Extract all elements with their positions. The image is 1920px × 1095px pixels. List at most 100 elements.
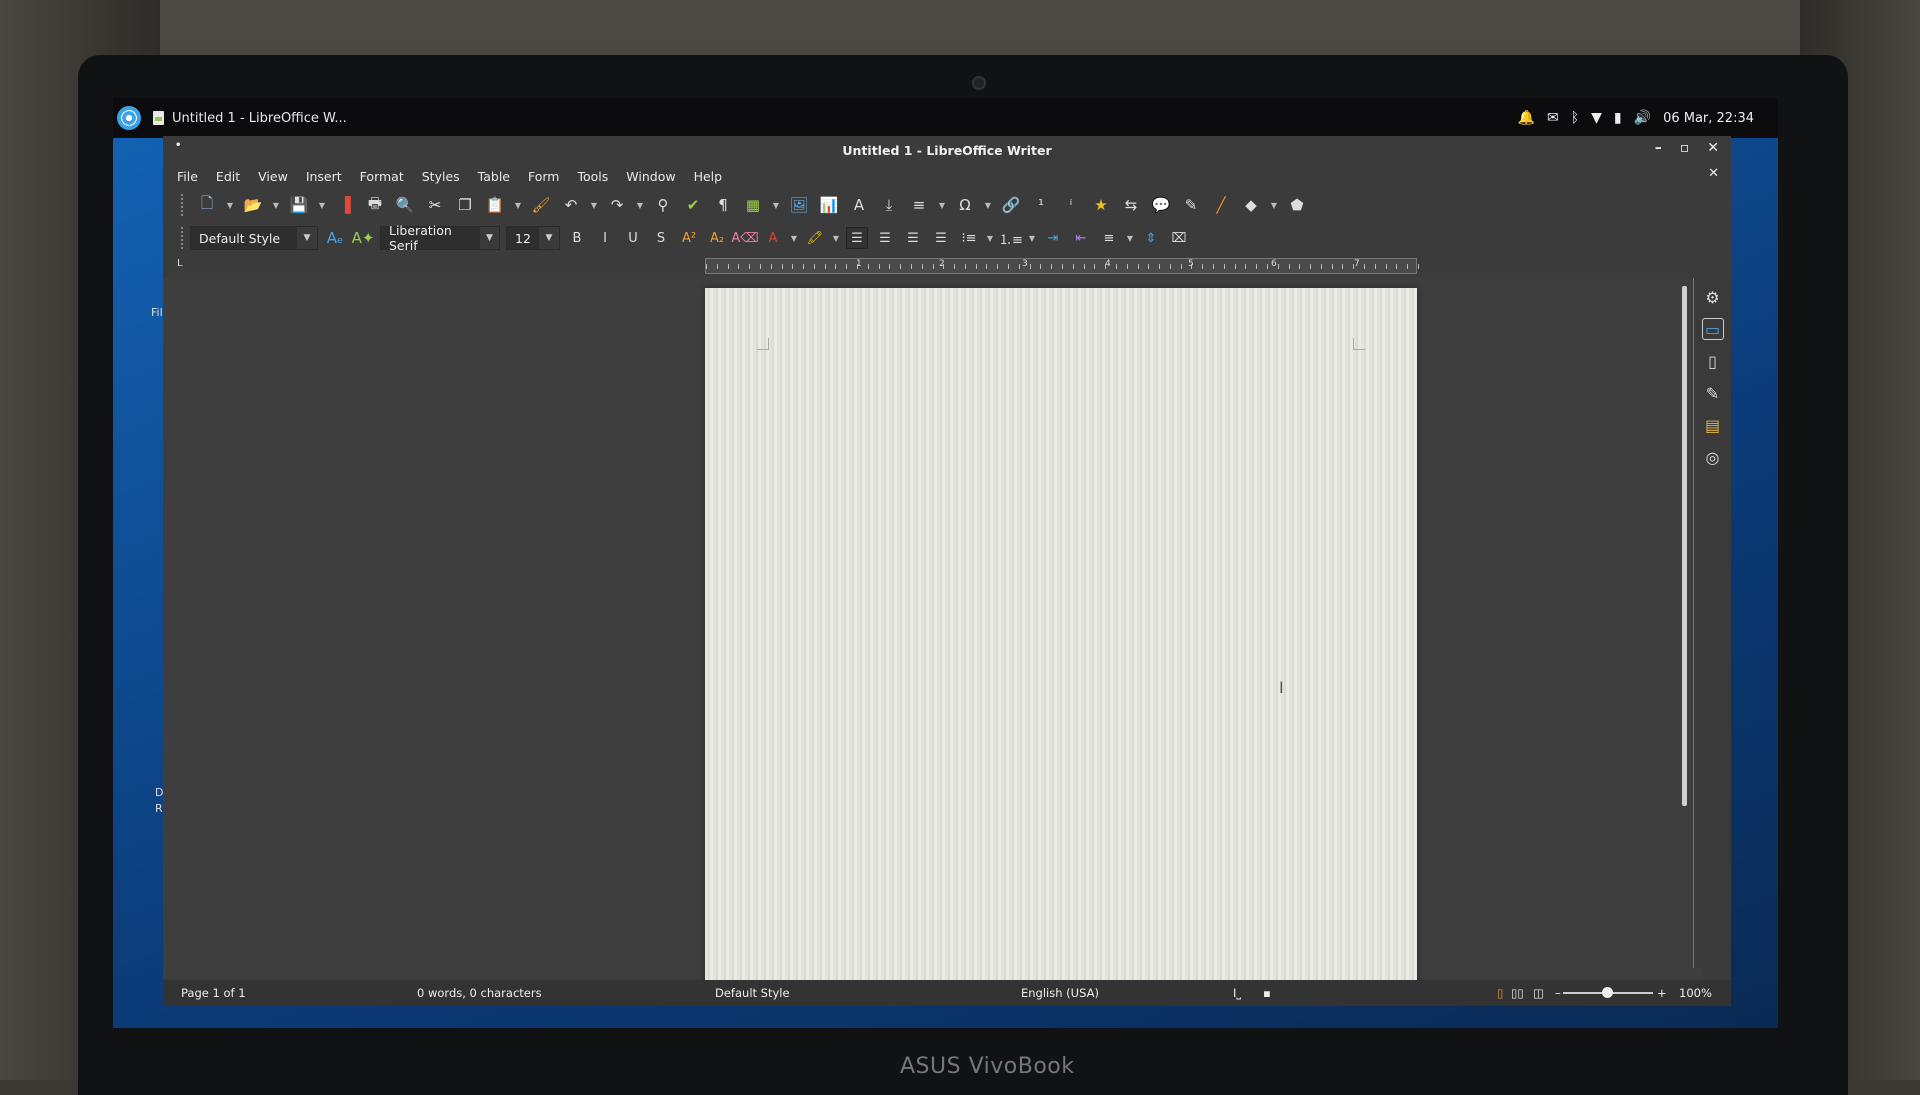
new-document-dropdown-icon[interactable]: ▼ (226, 201, 234, 210)
insert-special-character-icon[interactable]: Ω (954, 194, 976, 216)
save-dropdown-icon[interactable]: ▼ (318, 201, 326, 210)
digital-signature-icon[interactable]: ▪ (1263, 986, 1271, 1000)
insert-bookmark-icon[interactable]: ★ (1090, 194, 1112, 216)
undo-dropdown-icon[interactable]: ▼ (590, 201, 598, 210)
track-changes-icon[interactable]: ✎ (1180, 194, 1202, 216)
italic-icon[interactable]: I (594, 227, 616, 249)
underline-icon[interactable]: U (622, 227, 644, 249)
increase-indent-icon[interactable]: ⇥ (1042, 227, 1064, 249)
export-pdf-icon[interactable]: ▐ (334, 194, 356, 216)
line-spacing-icon[interactable]: ≡ (1098, 227, 1120, 249)
gear-icon[interactable]: ⚙ (1702, 286, 1724, 308)
menu-styles[interactable]: Styles (422, 169, 460, 184)
paragraph-spacing-icon[interactable]: ⇕ (1140, 227, 1162, 249)
zoom-out-button[interactable]: – (1555, 986, 1561, 1000)
paragraph-dialog-icon[interactable]: ⌧ (1168, 227, 1190, 249)
clear-formatting-icon[interactable]: A⌫ (734, 227, 756, 249)
line-spacing-dropdown-icon[interactable]: ▼ (1126, 234, 1134, 243)
volume-icon[interactable]: 🔊 (1634, 110, 1651, 126)
battery-icon[interactable]: ▮ (1614, 110, 1622, 126)
subscript-icon[interactable]: A₂ (706, 227, 728, 249)
insert-footnote-icon[interactable]: ¹ (1030, 194, 1052, 216)
window-menu-dot[interactable]: • (175, 140, 181, 151)
insert-field-dropdown-icon[interactable]: ▼ (938, 201, 946, 210)
insert-endnote-icon[interactable]: ⁱ (1060, 194, 1082, 216)
chevron-down-icon[interactable]: ▼ (480, 227, 499, 249)
basic-shapes-dropdown-icon[interactable]: ▼ (1270, 201, 1278, 210)
insert-image-icon[interactable]: 🖼 (788, 194, 810, 216)
wifi-icon[interactable]: ▼ (1591, 110, 1602, 126)
menu-view[interactable]: View (258, 169, 288, 184)
properties-icon[interactable]: ▭ (1702, 318, 1724, 340)
clock[interactable]: 06 Mar, 22:34 (1663, 111, 1754, 126)
bold-icon[interactable]: B (566, 227, 588, 249)
menu-edit[interactable]: Edit (216, 169, 240, 184)
redo-icon[interactable]: ↷ (606, 194, 628, 216)
insert-page-break-icon[interactable]: ⤓ (878, 194, 900, 216)
menu-insert[interactable]: Insert (306, 169, 342, 184)
paragraph-style-combo[interactable]: Default Style ▼ (190, 226, 318, 250)
undo-icon[interactable]: ↶ (560, 194, 582, 216)
insert-table-dropdown-icon[interactable]: ▼ (772, 201, 780, 210)
navigator-icon[interactable]: ◎ (1702, 446, 1724, 468)
zoom-in-button[interactable]: + (1657, 986, 1667, 1000)
print-preview-icon[interactable]: 🔍 (394, 194, 416, 216)
redo-dropdown-icon[interactable]: ▼ (636, 201, 644, 210)
ordered-list-dropdown-icon[interactable]: ▼ (1028, 234, 1036, 243)
page-icon[interactable]: ▯ (1702, 350, 1724, 372)
font-size-combo[interactable]: 12 ▼ (506, 226, 560, 250)
font-name-combo[interactable]: Liberation Serif ▼ (380, 226, 500, 250)
formatting-marks-icon[interactable]: ¶ (712, 194, 734, 216)
unordered-list-dropdown-icon[interactable]: ▼ (986, 234, 994, 243)
insert-hyperlink-icon[interactable]: 🔗 (1000, 194, 1022, 216)
maximize-button[interactable]: ▫ (1680, 140, 1690, 156)
align-center-icon[interactable]: ☰ (874, 227, 896, 249)
insert-special-character-dropdown-icon[interactable]: ▼ (984, 201, 992, 210)
menu-help[interactable]: Help (694, 169, 723, 184)
insert-comment-icon[interactable]: 💬 (1150, 194, 1172, 216)
app-menu-icon[interactable] (117, 106, 141, 130)
find-replace-icon[interactable]: ⚲ (652, 194, 674, 216)
menu-window[interactable]: Window (626, 169, 675, 184)
font-color-icon[interactable]: A (762, 227, 784, 249)
open-icon[interactable]: 📂 (242, 194, 264, 216)
chevron-down-icon[interactable]: ▼ (297, 227, 317, 249)
basic-shapes-icon[interactable]: ◆ (1240, 194, 1262, 216)
menu-file[interactable]: File (177, 169, 198, 184)
menu-form[interactable]: Form (528, 169, 560, 184)
spelling-icon[interactable]: ✔ (682, 194, 704, 216)
print-icon[interactable]: 🖶 (364, 194, 386, 216)
ordered-list-icon[interactable]: ⒈≡ (1000, 227, 1022, 249)
strikethrough-icon[interactable]: S (650, 227, 672, 249)
align-left-icon[interactable]: ☰ (846, 227, 868, 249)
justify-icon[interactable]: ☰ (930, 227, 952, 249)
copy-icon[interactable]: ❐ (454, 194, 476, 216)
close-document-button[interactable]: ✕ (1708, 166, 1719, 181)
toolbar-grip[interactable] (181, 227, 184, 249)
menu-table[interactable]: Table (478, 169, 510, 184)
gallery-icon[interactable]: ▤ (1702, 414, 1724, 436)
draw-functions-icon[interactable]: ⬟ (1286, 194, 1308, 216)
save-icon[interactable]: 💾 (288, 194, 310, 216)
decrease-indent-icon[interactable]: ⇤ (1070, 227, 1092, 249)
book-view-icon[interactable]: ◫ (1533, 986, 1544, 1000)
insert-text-box-icon[interactable]: A (848, 194, 870, 216)
mail-icon[interactable]: ✉ (1547, 110, 1559, 126)
menu-format[interactable]: Format (360, 169, 404, 184)
styles-icon[interactable]: ✎ (1702, 382, 1724, 404)
document-page[interactable]: I (705, 288, 1417, 988)
zoom-slider-handle[interactable] (1602, 987, 1613, 998)
paste-icon[interactable]: 📋 (484, 194, 506, 216)
page-indicator[interactable]: Page 1 of 1 (181, 986, 246, 1000)
new-document-icon[interactable]: 🗋 (196, 194, 218, 216)
multi-page-view-icon[interactable]: ▯▯ (1511, 986, 1524, 1000)
highlight-color-dropdown-icon[interactable]: ▼ (832, 234, 840, 243)
single-page-view-icon[interactable]: ▯ (1497, 986, 1503, 1000)
menu-tools[interactable]: Tools (577, 169, 608, 184)
window-titlebar[interactable]: • Untitled 1 - LibreOffice Writer – ▫ ✕ (163, 136, 1731, 164)
cut-icon[interactable]: ✂ (424, 194, 446, 216)
align-right-icon[interactable]: ☰ (902, 227, 924, 249)
chevron-down-icon[interactable]: ▼ (539, 227, 559, 249)
superscript-icon[interactable]: A² (678, 227, 700, 249)
bell-icon[interactable]: 🔔 (1518, 110, 1535, 126)
